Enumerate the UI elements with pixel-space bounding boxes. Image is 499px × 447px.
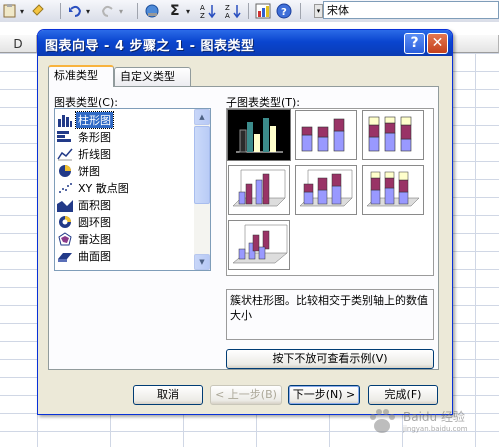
list-item-area[interactable]: 面积图 (57, 196, 193, 213)
list-item-pie[interactable]: 饼图 (57, 162, 193, 179)
subtype-3d-column[interactable] (228, 220, 290, 270)
list-item-line[interactable]: 折线图 (57, 145, 193, 162)
list-item-doughnut[interactable]: 圆环图 (57, 213, 193, 230)
font-name-field[interactable]: 宋体 (323, 1, 499, 19)
svg-text:?: ? (281, 7, 287, 18)
dialog-title: 图表向导 - 4 步骤之 1 - 图表类型 (45, 39, 255, 54)
chart-wizard-icon[interactable] (255, 3, 271, 19)
toolbar-options-icon[interactable]: ▾ (314, 4, 323, 18)
sort-ascending-icon[interactable]: AZ (200, 3, 218, 19)
help-button[interactable]: ? (404, 33, 425, 54)
svg-text:A: A (225, 12, 230, 19)
excel-toolbar: ▾ ▾ ▾ Σ ▾ AZ ZA ? ▾ 宋体 (0, 0, 499, 23)
paw-logo-icon (370, 409, 395, 433)
svg-text:Z: Z (225, 4, 230, 12)
watermark-text: Baidu 经验 (403, 410, 465, 424)
svg-text:Z: Z (200, 12, 205, 19)
sub-type-description: 簇状柱形图。比较相交于类别轴上的数值大小 (226, 289, 434, 340)
radar-chart-icon (58, 231, 72, 245)
chart-type-list[interactable]: 柱形图 条形图 折线图 饼图 XY 散点图 面积图 圆环图 雷达图 曲面图 ▲ … (54, 108, 211, 271)
subtype-clustered-column[interactable] (227, 109, 291, 161)
undo-icon[interactable] (67, 3, 83, 19)
dropdown-arrow-icon[interactable]: ▾ (119, 3, 123, 19)
hyperlink-icon[interactable] (144, 3, 160, 19)
back-button[interactable]: < 上一步(B) (210, 385, 282, 405)
finish-button[interactable]: 完成(F) (368, 385, 438, 405)
scroll-down-icon[interactable]: ▼ (194, 254, 210, 270)
tab-standard-types[interactable]: 标准类型 (48, 65, 114, 87)
dialog-title-bar[interactable]: 图表向导 - 4 步骤之 1 - 图表类型 ? ✕ (38, 30, 452, 56)
close-button[interactable]: ✕ (427, 33, 448, 54)
next-button[interactable]: 下一步(N) > (288, 385, 360, 405)
list-scrollbar[interactable]: ▲ ▼ (194, 109, 210, 270)
list-item-scatter[interactable]: XY 散点图 (57, 179, 193, 196)
watermark-sub: jingyan.baidu.com (403, 425, 468, 433)
subtype-stacked-column[interactable] (295, 110, 357, 160)
bar-chart-icon (57, 130, 71, 142)
subtype-3d-100-stacked-column[interactable] (362, 165, 424, 215)
scroll-up-icon[interactable]: ▲ (194, 109, 210, 125)
help-circle-icon[interactable]: ? (276, 3, 292, 19)
grid-col-line (475, 53, 476, 447)
list-item-column[interactable]: 柱形图 (57, 110, 193, 129)
baidu-watermark: Baidu 经验 jingyan.baidu.com (365, 406, 495, 438)
sub-type-grid (226, 108, 434, 276)
dropdown-arrow-icon[interactable]: ▾ (186, 3, 190, 19)
scatter-chart-icon (59, 182, 72, 193)
cancel-button[interactable]: 取消 (133, 385, 203, 405)
dropdown-arrow-icon[interactable]: ▾ (86, 3, 90, 19)
column-chart-icon (58, 114, 72, 127)
column-header[interactable]: D (0, 35, 37, 53)
list-item-surface[interactable]: 曲面图 (57, 247, 193, 264)
list-item-radar[interactable]: 雷达图 (57, 230, 193, 247)
subtype-3d-clustered-column[interactable] (228, 165, 290, 215)
scroll-thumb[interactable] (194, 126, 210, 204)
preview-sample-button[interactable]: 按下不放可查看示例(V) (226, 349, 434, 369)
tab-custom-types[interactable]: 自定义类型 (114, 67, 191, 86)
autosum-icon[interactable]: Σ (170, 3, 180, 19)
pie-chart-icon (59, 164, 71, 177)
redo-icon[interactable] (100, 3, 116, 19)
subtype-3d-stacked-column[interactable] (295, 165, 357, 215)
subtype-100-stacked-column[interactable] (362, 110, 424, 160)
area-chart-icon (57, 199, 73, 212)
svg-text:A: A (200, 4, 205, 12)
list-item-bar[interactable]: 条形图 (57, 128, 193, 145)
sort-descending-icon[interactable]: ZA (225, 3, 243, 19)
chart-wizard-dialog: 图表向导 - 4 步骤之 1 - 图表类型 ? ✕ 标准类型 自定义类型 图表类… (37, 29, 453, 415)
dropdown-arrow-icon[interactable]: ▾ (20, 3, 24, 19)
paste-icon[interactable] (2, 3, 18, 19)
doughnut-chart-icon (59, 215, 71, 228)
format-painter-icon[interactable] (30, 3, 46, 19)
line-chart-icon (57, 148, 73, 160)
surface-chart-icon (58, 252, 72, 262)
